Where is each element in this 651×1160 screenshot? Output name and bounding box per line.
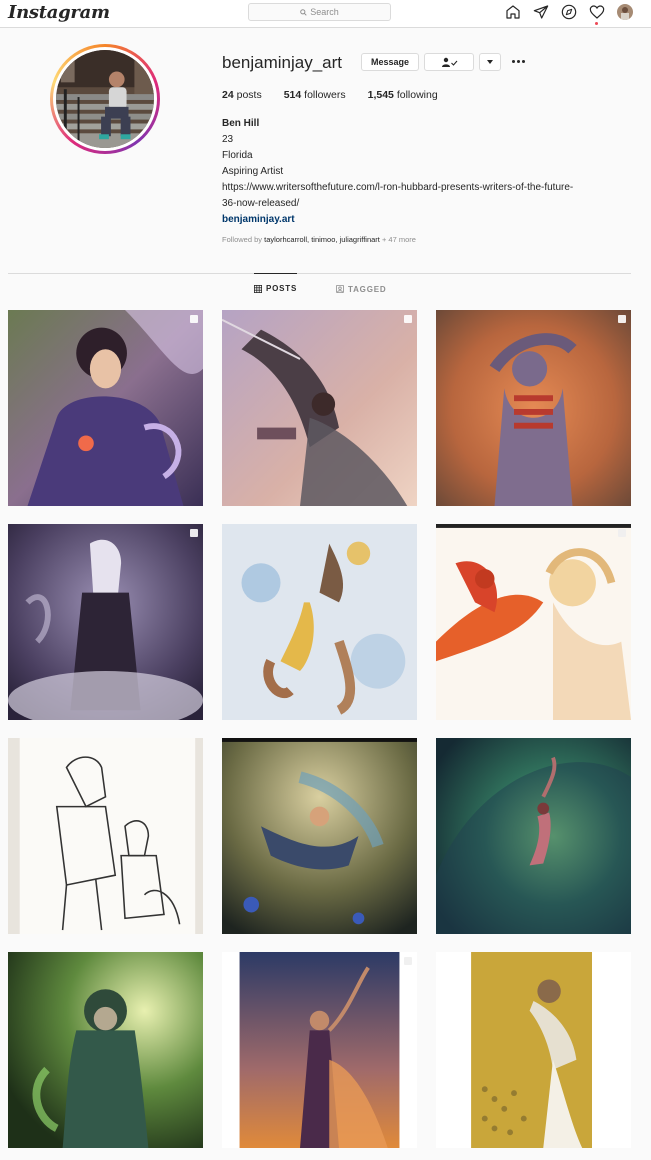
posts-label: posts <box>236 89 262 101</box>
instagram-logo[interactable]: Instagram <box>8 2 110 23</box>
explore-icon[interactable] <box>561 4 577 20</box>
followers-label: followers <box>304 89 346 101</box>
post-thumbnail[interactable] <box>436 738 631 934</box>
multiple-posts-icon <box>404 315 412 323</box>
caret-down-icon <box>487 60 493 64</box>
following-label: following <box>396 89 438 101</box>
post-thumbnail[interactable] <box>222 952 417 1148</box>
tab-posts[interactable]: POSTS <box>254 273 298 303</box>
nav-icons <box>505 4 633 25</box>
bio-website-link[interactable]: benjaminjay.art <box>222 212 632 228</box>
message-button[interactable]: Message <box>361 53 419 71</box>
post-thumbnail[interactable] <box>8 310 203 506</box>
top-nav-bar: Instagram Search <box>0 0 651 28</box>
posts-stat: 24 posts <box>222 89 262 101</box>
post-thumbnail[interactable] <box>222 738 417 934</box>
search-placeholder: Search <box>310 7 339 17</box>
suggested-dropdown-button[interactable] <box>479 53 501 71</box>
post-thumbnail[interactable] <box>222 310 417 506</box>
activity-heart-icon[interactable] <box>589 4 605 25</box>
grid-icon <box>254 284 262 293</box>
profile-bio: Ben Hill 23 Florida Aspiring Artist http… <box>222 116 632 228</box>
profile-photo <box>56 50 154 148</box>
profile-username: benjaminjay_art <box>222 53 343 72</box>
multiple-posts-icon <box>618 315 626 323</box>
notification-dot <box>595 22 598 25</box>
post-thumbnail[interactable] <box>436 952 631 1148</box>
bio-tagline: Aspiring Artist <box>222 166 284 177</box>
tab-tagged[interactable]: TAGGED <box>336 274 386 304</box>
profile-avatar-icon[interactable] <box>617 4 633 20</box>
post-thumbnail[interactable] <box>436 524 631 720</box>
profile-avatar[interactable] <box>50 44 160 154</box>
followed-by-more: + 47 more <box>381 235 416 244</box>
multiple-posts-icon <box>618 529 626 537</box>
followed-by[interactable]: Followed by taylorhcarroll, tinimoo, jul… <box>222 235 416 244</box>
following-button[interactable] <box>424 53 474 71</box>
posts-count: 24 <box>222 89 234 101</box>
more-options-icon[interactable] <box>512 55 528 67</box>
multiple-posts-icon <box>190 529 198 537</box>
home-icon[interactable] <box>505 4 521 20</box>
tab-tagged-label: TAGGED <box>348 284 387 294</box>
bio-location: Florida <box>222 150 253 161</box>
followed-by-names: taylorhcarroll, tinimoo, juliagriffinart <box>264 235 380 244</box>
bio-age: 23 <box>222 134 234 145</box>
post-thumbnail[interactable] <box>8 738 203 934</box>
post-thumbnail[interactable] <box>222 524 417 720</box>
tagged-icon <box>336 285 344 293</box>
post-thumbnail[interactable] <box>8 952 203 1148</box>
following-stat[interactable]: 1,545 following <box>368 89 438 101</box>
profile-tabs: POSTS TAGGED <box>0 273 651 304</box>
post-thumbnail[interactable] <box>8 524 203 720</box>
following-count: 1,545 <box>367 89 394 101</box>
direct-icon[interactable] <box>533 4 549 20</box>
bio-full-name: Ben Hill <box>222 118 260 129</box>
followers-stat[interactable]: 514 followers <box>284 89 346 101</box>
search-icon <box>300 8 307 16</box>
tab-posts-label: POSTS <box>266 284 298 293</box>
profile-stats: 24 posts 514 followers 1,545 following <box>222 89 460 101</box>
user-check-icon <box>442 57 458 67</box>
bio-url-line1: https://www.writersofthefuture.com/l-ron… <box>222 182 574 193</box>
bio-url-line2: 36-now-released/ <box>222 198 300 209</box>
multiple-posts-icon <box>404 957 412 965</box>
followers-count: 514 <box>283 89 302 101</box>
post-thumbnail[interactable] <box>436 310 631 506</box>
followed-by-prefix: Followed by <box>222 235 263 244</box>
posts-grid <box>8 310 631 1148</box>
search-input[interactable]: Search <box>248 3 391 21</box>
multiple-posts-icon <box>190 315 198 323</box>
